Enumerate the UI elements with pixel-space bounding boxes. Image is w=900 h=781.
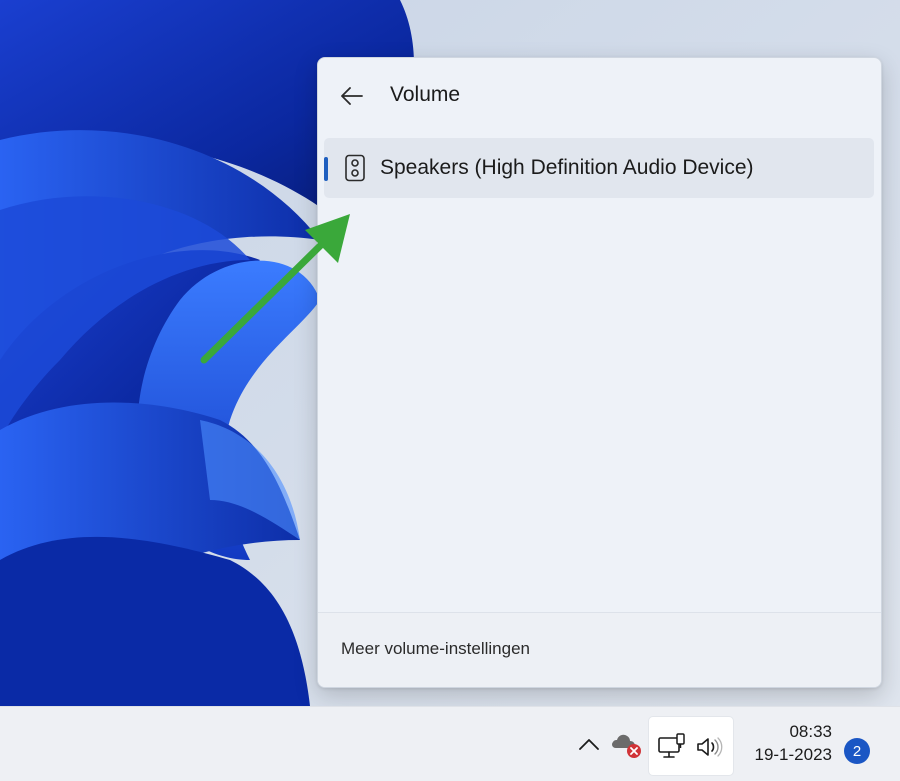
flyout-footer: Meer volume-instellingen xyxy=(318,612,881,687)
flyout-header: Volume xyxy=(318,58,881,130)
network-icon xyxy=(658,733,685,758)
volume-flyout: Volume Speakers (High Definition Audio D… xyxy=(317,57,882,688)
cloud-error-icon xyxy=(612,734,641,758)
device-label: Speakers (High Definition Audio Device) xyxy=(380,156,754,179)
taskbar: 08:33 19-1-2023 2 xyxy=(0,706,900,781)
speaker-icon xyxy=(345,154,365,182)
volume-icon xyxy=(697,737,723,757)
clock-date: 19-1-2023 xyxy=(754,745,832,764)
back-button[interactable] xyxy=(336,80,368,112)
onedrive-button[interactable] xyxy=(610,729,644,761)
flyout-title: Volume xyxy=(390,83,461,106)
selected-indicator xyxy=(324,157,328,181)
clock-time: 08:33 xyxy=(789,722,832,741)
quick-settings-button[interactable] xyxy=(648,716,734,776)
notification-badge[interactable]: 2 xyxy=(844,738,870,764)
more-volume-settings-link[interactable]: Meer volume-instellingen xyxy=(341,639,530,659)
show-hidden-icons-button[interactable] xyxy=(574,729,604,759)
arrow-left-icon xyxy=(341,87,363,105)
device-item-speakers[interactable]: Speakers (High Definition Audio Device) xyxy=(324,138,874,198)
chevron-up-icon xyxy=(579,739,599,750)
clock-button[interactable]: 08:33 19-1-2023 xyxy=(740,721,832,767)
